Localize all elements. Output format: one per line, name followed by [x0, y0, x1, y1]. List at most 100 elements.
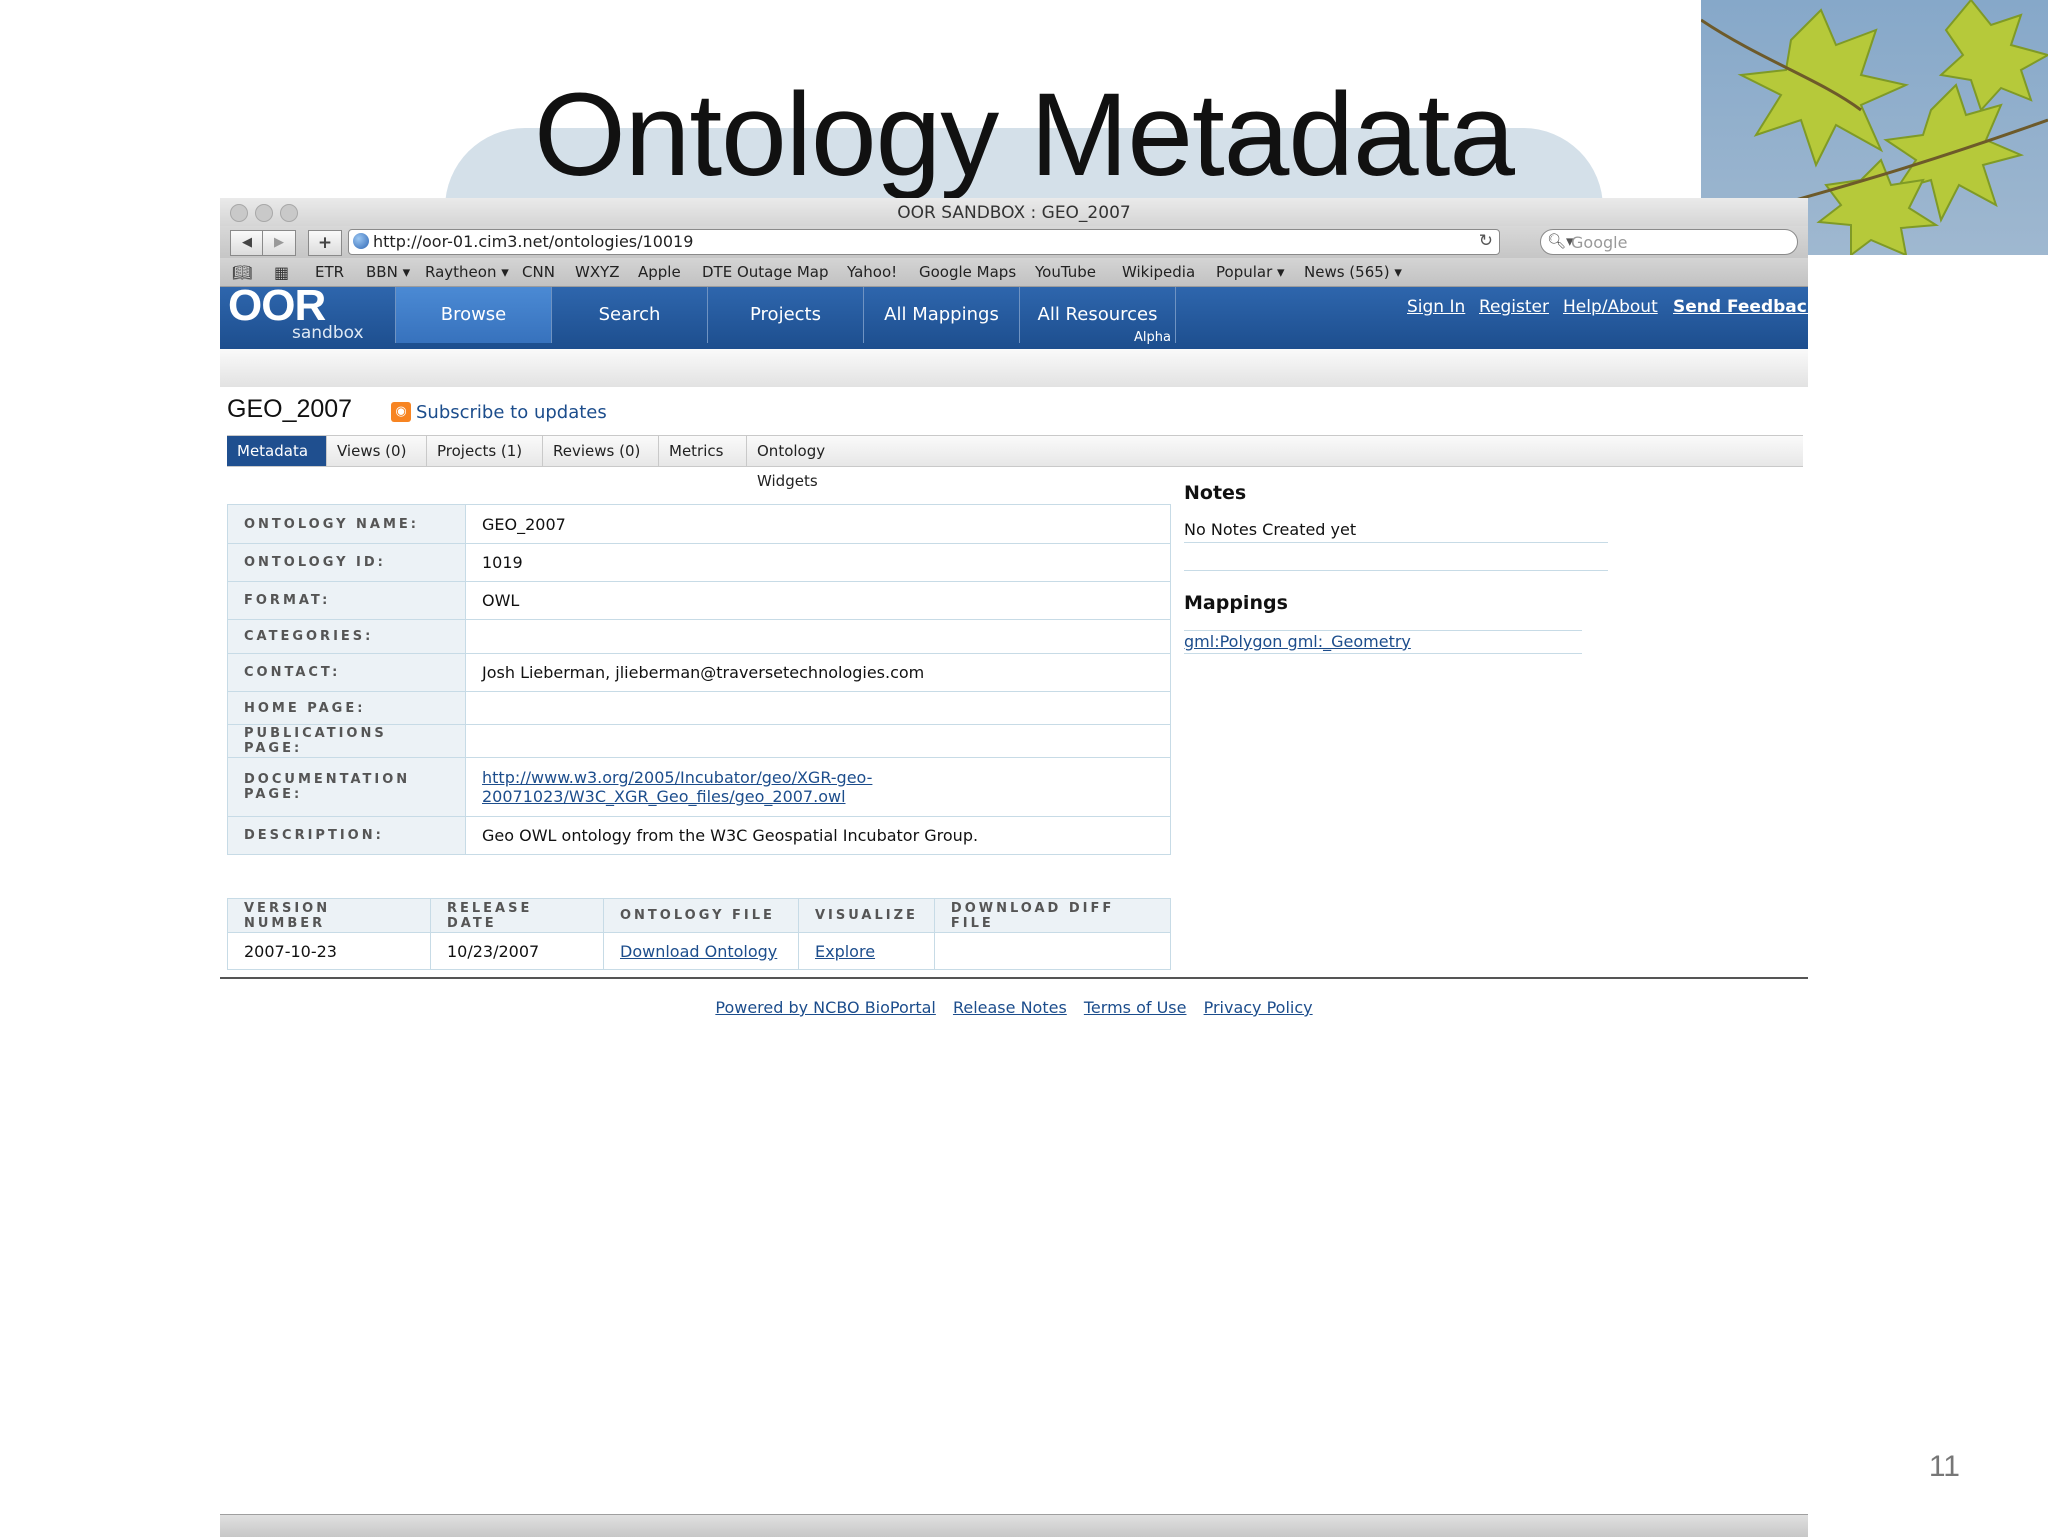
nav-tab-browse[interactable]: Browse: [395, 287, 551, 343]
alpha-badge: Alpha: [1134, 330, 1171, 345]
window-titlebar: OOR SANDBOX : GEO_2007: [220, 198, 1808, 226]
divider: [1184, 542, 1608, 543]
bookmark-item[interactable]: Wikipedia: [1122, 263, 1195, 281]
versions-table: VERSION NUMBER RELEASE DATE ONTOLOGY FIL…: [227, 898, 1172, 970]
documentation-link-line1[interactable]: http://www.w3.org/2005/Incubator/geo/XGR…: [482, 768, 872, 787]
tab-metrics[interactable]: Metrics: [659, 436, 747, 466]
bookmark-item[interactable]: CNN: [522, 263, 555, 281]
divider: [1184, 570, 1608, 571]
nav-tab-search[interactable]: Search: [551, 287, 707, 343]
bookmark-item[interactable]: Apple: [638, 263, 681, 281]
search-field[interactable]: 🔍︎▾ Google: [1540, 229, 1798, 255]
search-placeholder[interactable]: Google: [1571, 233, 1627, 252]
help-about-link[interactable]: Help/About: [1563, 297, 1658, 317]
tab-projects[interactable]: Projects (1): [427, 436, 543, 466]
table-row: 2007-10-23 10/23/2007 Download Ontology …: [227, 932, 1172, 970]
visualize-cell: Explore: [798, 932, 935, 970]
column-header: DOWNLOAD DIFF FILE: [933, 898, 1172, 933]
nav-tab-all-mappings[interactable]: All Mappings: [863, 287, 1019, 343]
download-ontology-link[interactable]: Download Ontology: [620, 942, 777, 961]
version-number: 2007-10-23: [227, 932, 431, 970]
table-row: DESCRIPTION: Geo OWL ontology from the W…: [227, 816, 1171, 855]
mappings-heading: Mappings: [1184, 592, 1288, 614]
back-icon[interactable]: ◀: [230, 230, 264, 256]
table-row: HOME PAGE:: [227, 691, 1171, 725]
status-bar: [220, 1514, 1808, 1537]
bookmarks-book-icon[interactable]: 📖︎: [232, 263, 252, 282]
forward-icon[interactable]: ▶: [262, 230, 296, 256]
bookmark-item[interactable]: Yahoo!: [847, 263, 897, 281]
table-row: ONTOLOGY ID: 1019: [227, 543, 1171, 582]
sign-in-link[interactable]: Sign In: [1407, 297, 1465, 317]
tab-ontology-widgets[interactable]: Ontology Widgets: [747, 436, 887, 490]
address-bar[interactable]: http://oor-01.cim3.net/ontologies/10019 …: [348, 229, 1500, 255]
bookmark-item[interactable]: Popular ▾: [1216, 263, 1285, 281]
bookmark-item[interactable]: DTE Outage Map: [702, 263, 829, 281]
field-value: [465, 724, 1171, 758]
field-label: ONTOLOGY NAME:: [227, 504, 466, 544]
field-label: DESCRIPTION:: [227, 816, 466, 855]
footer-link-terms[interactable]: Terms of Use: [1084, 998, 1187, 1017]
bookmark-item[interactable]: YouTube: [1035, 263, 1096, 281]
documentation-link-line2[interactable]: 20071023/W3C_XGR_Geo_files/geo_2007.owl: [482, 787, 846, 806]
documentation-link[interactable]: http://www.w3.org/2005/Incubator/geo/XGR…: [482, 768, 872, 806]
add-bookmark-icon[interactable]: +: [308, 230, 342, 256]
nav-tab-all-resources[interactable]: All Resources Alpha: [1019, 287, 1176, 345]
logo-subtext: sandbox: [292, 323, 364, 343]
column-header: RELEASE DATE: [430, 898, 604, 933]
send-feedback-link[interactable]: Send Feedback: [1673, 297, 1818, 317]
field-value: Josh Lieberman, jlieberman@traversetechn…: [465, 653, 1171, 692]
top-sites-grid-icon[interactable]: ▦: [274, 263, 289, 282]
field-label: ONTOLOGY ID:: [227, 543, 466, 582]
release-date: 10/23/2007: [430, 932, 604, 970]
rss-icon[interactable]: ◉: [391, 402, 411, 422]
divider: [1184, 653, 1582, 654]
field-label: CATEGORIES:: [227, 619, 466, 654]
oor-logo[interactable]: OOR sandbox: [228, 281, 364, 349]
explore-link[interactable]: Explore: [815, 942, 875, 961]
ontology-tabs: Metadata Views (0) Projects (1) Reviews …: [227, 435, 1803, 490]
bookmark-item[interactable]: WXYZ: [575, 263, 620, 281]
footer-link-powered-by[interactable]: Powered by NCBO BioPortal: [715, 998, 936, 1017]
subscribe-link[interactable]: Subscribe to updates: [416, 402, 607, 423]
download-diff-cell: [933, 932, 1172, 970]
ontology-file-cell: Download Ontology: [603, 932, 799, 970]
tab-views[interactable]: Views (0): [327, 436, 427, 466]
footer-link-release-notes[interactable]: Release Notes: [953, 998, 1067, 1017]
table-row: CONTACT: Josh Lieberman, jlieberman@trav…: [227, 653, 1171, 692]
tab-reviews[interactable]: Reviews (0): [543, 436, 659, 466]
field-value: Geo OWL ontology from the W3C Geospatial…: [465, 816, 1171, 855]
nav-tab-projects[interactable]: Projects: [707, 287, 863, 343]
notes-text: No Notes Created yet: [1184, 520, 1357, 539]
mapping-link[interactable]: gml:Polygon gml:_Geometry: [1184, 632, 1411, 651]
ontology-title: GEO_2007: [227, 395, 353, 423]
reload-icon[interactable]: ↻: [1479, 231, 1493, 251]
bookmark-item[interactable]: ETR: [315, 263, 344, 281]
field-label: FORMAT:: [227, 581, 466, 620]
field-label: PUBLICATIONS PAGE:: [227, 724, 466, 758]
table-row: FORMAT: OWL: [227, 581, 1171, 620]
metadata-table: ONTOLOGY NAME: GEO_2007 ONTOLOGY ID: 101…: [227, 504, 1171, 855]
browser-window: OOR SANDBOX : GEO_2007 ◀ ▶ + http://oor-…: [220, 198, 1818, 1537]
field-value: [465, 691, 1171, 725]
register-link[interactable]: Register: [1479, 297, 1549, 317]
bookmark-item[interactable]: Google Maps: [919, 263, 1016, 281]
column-header: VERSION NUMBER: [227, 898, 431, 933]
site-header: OOR sandbox Browse Search Projects All M…: [220, 281, 1818, 349]
tab-metadata[interactable]: Metadata: [227, 436, 327, 466]
field-value: http://www.w3.org/2005/Incubator/geo/XGR…: [465, 757, 1171, 817]
bookmark-item[interactable]: BBN ▾: [366, 263, 410, 281]
field-label: HOME PAGE:: [227, 691, 466, 725]
table-row: PUBLICATIONS PAGE:: [227, 724, 1171, 758]
field-label: DOCUMENTATION PAGE:: [227, 757, 466, 817]
content-bottom-rule: [220, 977, 1808, 979]
table-row: ONTOLOGY NAME: GEO_2007: [227, 504, 1171, 544]
bookmarks-bar: 📖︎ ▦ ETR BBN ▾ Raytheon ▾ CNN WXYZ Apple…: [220, 258, 1808, 287]
bookmark-item[interactable]: Raytheon ▾: [425, 263, 509, 281]
footer-link-privacy[interactable]: Privacy Policy: [1204, 998, 1313, 1017]
page-number: 11: [1928, 1450, 1960, 1483]
notes-heading: Notes: [1184, 482, 1247, 504]
bookmark-item[interactable]: News (565) ▾: [1304, 263, 1402, 281]
search-icon: 🔍︎▾: [1547, 232, 1574, 250]
url-text[interactable]: http://oor-01.cim3.net/ontologies/10019: [373, 232, 693, 251]
